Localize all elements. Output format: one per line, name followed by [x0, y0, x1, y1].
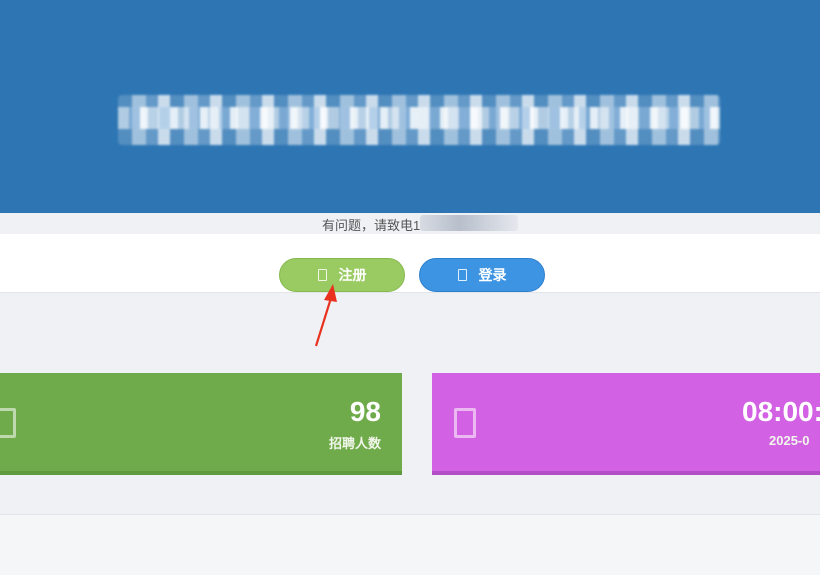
login-button[interactable]: 登录: [419, 258, 545, 292]
contact-text: 有问题，请致电1: [322, 218, 421, 233]
stat-value: 98: [349, 396, 381, 427]
blurred-phone-number: [420, 215, 518, 231]
stat-label: 2025-0: [769, 433, 810, 448]
stat-label: 招聘人数: [328, 436, 381, 451]
stat-value: 08:00:: [742, 396, 820, 427]
login-label: 登录: [478, 267, 507, 283]
document-icon: [0, 408, 16, 438]
stat-card-recruitment: 98 招聘人数: [0, 373, 402, 475]
blurred-site-title: [118, 95, 720, 145]
bottom-panel: [0, 514, 820, 575]
annotation-arrow-icon: [314, 284, 337, 347]
login-icon: [457, 269, 467, 281]
header-banner: [0, 0, 820, 213]
auth-bar: 注册 登录: [0, 234, 820, 293]
document-icon: [454, 408, 476, 438]
stat-card-time: 08:00: 2025-0: [432, 373, 820, 475]
contact-strip: 有问题，请致电1: [0, 213, 820, 234]
